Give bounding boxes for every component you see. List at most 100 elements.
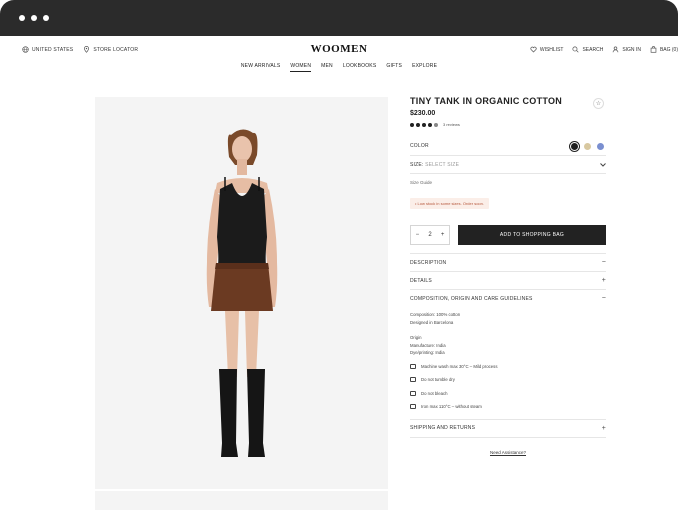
wishlist-label: WISHLIST bbox=[539, 46, 564, 53]
model-photo bbox=[206, 129, 278, 457]
accordion-details-label: DETAILS bbox=[410, 277, 432, 284]
composition-content: Composition: 100% cotton Designed in Bar… bbox=[410, 307, 606, 415]
expand-icon: + bbox=[601, 424, 606, 432]
quantity-value[interactable]: 2 bbox=[428, 232, 431, 238]
accordion-description-label: DESCRIPTION bbox=[410, 259, 447, 266]
bag-link[interactable]: BAG (0) bbox=[650, 46, 678, 53]
size-select[interactable]: SIZE: SELECT SIZE bbox=[410, 155, 606, 173]
skirt-waistband bbox=[215, 263, 269, 269]
search-link[interactable]: SEARCH bbox=[572, 46, 603, 53]
nav-item-lookbooks[interactable]: LOOKBOOKS bbox=[343, 63, 376, 72]
color-swatch-blue[interactable] bbox=[597, 142, 604, 150]
heart-icon bbox=[530, 46, 537, 53]
machine-wash-icon bbox=[410, 363, 416, 369]
star-outline-icon: ☆ bbox=[595, 101, 602, 107]
divider bbox=[410, 173, 606, 174]
size-select-text: SIZE: SELECT SIZE bbox=[410, 162, 459, 168]
size-label: SIZE: bbox=[410, 161, 424, 168]
care-item: Iron max 110°C – without steam bbox=[410, 403, 606, 411]
quantity-increase-button[interactable]: + bbox=[441, 232, 445, 238]
sign-in-label: SIGN IN bbox=[622, 46, 641, 53]
favorite-button[interactable]: ☆ bbox=[593, 98, 604, 109]
product-accordion: DESCRIPTION − DETAILS + COMPOSITION, ORI… bbox=[410, 253, 606, 438]
care-item: Machine wash max 30°C – Mild process bbox=[410, 363, 606, 371]
collapse-icon: − bbox=[601, 295, 606, 302]
main-nav: NEW ARRIVALS WOMEN MEN LOOKBOOKS GIFTS E… bbox=[0, 63, 678, 72]
star-icon bbox=[428, 122, 432, 127]
iron-icon bbox=[410, 404, 416, 410]
window-dot-icon[interactable] bbox=[31, 15, 37, 21]
right-boot-shape bbox=[247, 369, 265, 457]
product-price: $230.00 bbox=[410, 110, 436, 117]
no-tumble-dry-icon bbox=[410, 377, 416, 383]
wishlist-link[interactable]: WISHLIST bbox=[530, 46, 564, 53]
size-guide-link[interactable]: Size Guide bbox=[410, 180, 606, 185]
window-dot-icon[interactable] bbox=[19, 15, 25, 21]
nav-item-new-arrivals[interactable]: NEW ARRIVALS bbox=[241, 63, 281, 72]
right-leg-shape bbox=[245, 311, 259, 377]
site-header: UNITED STATES STORE LOCATOR WOOMEN WISHL… bbox=[0, 36, 678, 76]
bag-icon bbox=[650, 46, 657, 53]
composition-line: Designed in Barcelona bbox=[410, 319, 454, 325]
left-leg-shape bbox=[225, 311, 239, 377]
quantity-decrease-button[interactable]: − bbox=[416, 232, 420, 238]
care-item: Do not bleach bbox=[410, 390, 606, 398]
origin-line: Dye/printing: India bbox=[410, 350, 445, 355]
color-swatch-black[interactable] bbox=[571, 142, 578, 150]
search-label: SEARCH bbox=[582, 46, 604, 53]
accordion-composition[interactable]: COMPOSITION, ORIGIN AND CARE GUIDELINES … bbox=[410, 289, 606, 307]
expand-icon: + bbox=[601, 277, 606, 284]
bag-label: BAG (0) bbox=[659, 46, 678, 53]
reviews-count[interactable]: 3 reviews bbox=[443, 122, 460, 127]
star-icon bbox=[410, 122, 414, 127]
composition-line: Composition: 100% cotton bbox=[410, 312, 461, 317]
accordion-composition-label: COMPOSITION, ORIGIN AND CARE GUIDELINES bbox=[410, 295, 533, 302]
rating[interactable]: 3 reviews bbox=[410, 122, 606, 127]
skirt-shape bbox=[211, 263, 273, 311]
color-label: COLOR bbox=[410, 143, 429, 149]
window-titlebar bbox=[0, 0, 678, 36]
collapse-icon: − bbox=[601, 259, 606, 266]
nav-item-gifts[interactable]: GIFTS bbox=[386, 63, 402, 72]
sign-in-link[interactable]: SIGN IN bbox=[612, 46, 641, 53]
quantity-stepper: − 2 + bbox=[410, 225, 450, 245]
size-placeholder: SELECT SIZE bbox=[425, 161, 460, 168]
care-item-label: Iron max 110°C – without steam bbox=[421, 404, 482, 409]
no-bleach-icon bbox=[410, 390, 416, 396]
nav-item-explore[interactable]: EXPLORE bbox=[412, 63, 437, 72]
star-icon bbox=[416, 122, 420, 127]
tank-top-shape bbox=[217, 183, 267, 265]
face-shape bbox=[232, 136, 252, 162]
origin-line: Manufacture: India bbox=[410, 342, 446, 348]
accordion-shipping[interactable]: SHIPPING AND RETURNS + bbox=[410, 418, 606, 437]
care-item-label: Do not bleach bbox=[421, 390, 448, 396]
nav-item-women[interactable]: WOMEN bbox=[290, 63, 312, 72]
star-icon bbox=[422, 122, 426, 127]
origin-heading: Origin bbox=[410, 335, 422, 340]
accordion-shipping-label: SHIPPING AND RETURNS bbox=[410, 425, 476, 431]
chevron-down-icon bbox=[600, 162, 606, 167]
left-boot-shape bbox=[219, 369, 238, 457]
header-right: WISHLIST SEARCH SIGN IN BAG (0) bbox=[530, 46, 678, 53]
window-dot-icon[interactable] bbox=[43, 15, 49, 21]
accordion-description[interactable]: DESCRIPTION − bbox=[410, 253, 606, 271]
purchase-controls: − 2 + ADD TO SHOPPING BAG bbox=[410, 225, 606, 245]
need-assistance-link[interactable]: Need Assistance? bbox=[410, 450, 606, 455]
product-image-secondary[interactable] bbox=[95, 491, 388, 510]
browser-window: UNITED STATES STORE LOCATOR WOOMEN WISHL… bbox=[0, 0, 678, 510]
care-item-label: Machine wash max 30°C – Mild process bbox=[421, 363, 498, 369]
product-image[interactable] bbox=[95, 97, 388, 489]
product-info: ☆ TINY TANK IN ORGANIC COTTON $230.00 3 … bbox=[410, 96, 606, 455]
nav-item-men[interactable]: MEN bbox=[321, 63, 333, 72]
divider bbox=[410, 436, 606, 438]
care-item-label: Do not tumble dry bbox=[421, 377, 455, 382]
color-swatch-beige[interactable] bbox=[584, 142, 591, 150]
search-icon bbox=[572, 46, 580, 53]
stock-notice: • Low stock in some sizes. Order soon. bbox=[410, 198, 489, 209]
user-icon bbox=[613, 46, 619, 53]
care-item: Do not tumble dry bbox=[410, 376, 606, 384]
color-selector: COLOR bbox=[410, 137, 606, 155]
product-title: TINY TANK IN ORGANIC COTTON bbox=[410, 96, 563, 106]
add-to-bag-button[interactable]: ADD TO SHOPPING BAG bbox=[458, 225, 606, 245]
accordion-details[interactable]: DETAILS + bbox=[410, 271, 606, 289]
